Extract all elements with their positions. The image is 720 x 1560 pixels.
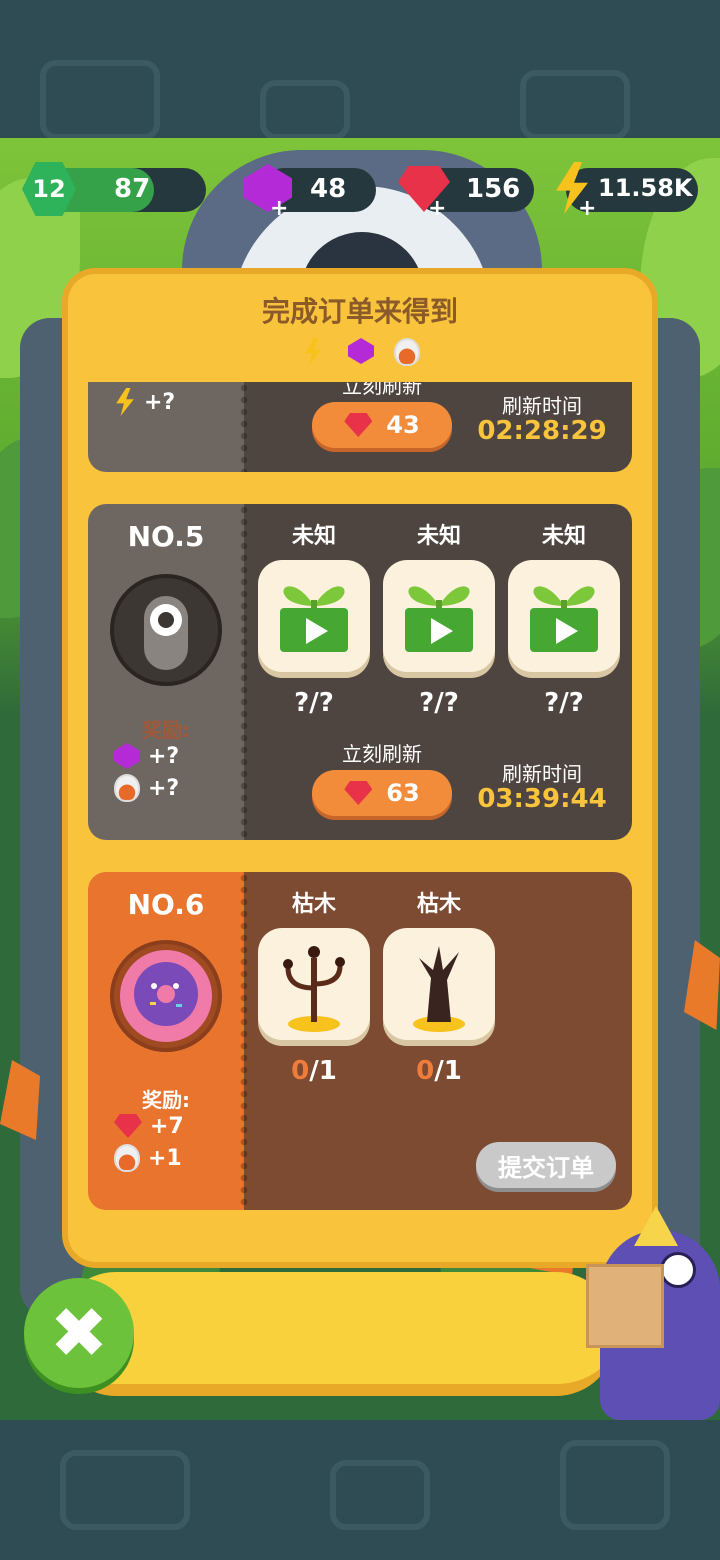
reward-label: 奖励: [142,718,190,742]
refresh-cost: 43 [386,411,420,439]
decor-shape [560,1440,670,1530]
reward-amount: +7 [150,1113,184,1139]
red-gem-value: 156 [466,174,521,204]
order-avatar [110,574,222,686]
item-name: 未知 [416,524,461,549]
perforation [240,504,248,840]
sprout-video-icon [530,586,598,652]
unknown-item-tile[interactable] [508,560,620,672]
red-gem-icon [114,1114,142,1138]
order-number: NO.5 [127,520,205,553]
monster-avatar-icon [144,596,188,670]
item-name: 未知 [291,524,336,549]
decor-shape [40,60,160,140]
perforation [240,872,248,1210]
order-card-5: NO.5 奖励: +? +? 未知 未知 未知 ?/? ?/? ?/? 立刻刷新… [88,504,632,840]
refresh-label: 立刻刷新 [342,742,422,766]
bottom-bar [56,1272,616,1396]
decor-shape [260,80,350,140]
submit-order-button[interactable]: 提交订单 [476,1142,616,1188]
bottom-background-band [0,1420,720,1560]
dead-wood-item-tile[interactable] [383,928,495,1040]
item-progress: ?/? [294,688,334,718]
reward-row: +7 [114,1110,184,1142]
refresh-cost: 63 [386,779,420,807]
refresh-timer: 02:28:29 [477,416,607,446]
level-value: 12 [32,175,66,203]
add-purple-gem-icon[interactable]: + [270,198,288,220]
item-progress: ?/? [419,688,459,718]
refresh-now-button[interactable]: 43 [312,402,452,448]
bolt-icon [116,388,134,416]
dead-wood-item-tile[interactable] [258,928,370,1040]
purple-gem-icon [348,338,374,364]
donut-avatar-icon [120,950,212,1042]
xp-value: 87 [114,174,151,204]
perforation [240,382,248,472]
dead-tree-icon [413,946,465,1032]
purple-gem-value: 48 [310,174,347,204]
reward-label: 奖励: [142,1088,190,1112]
add-red-gem-icon[interactable]: + [428,198,446,220]
potion-icon [114,774,140,802]
decor-shape [60,1450,190,1530]
top-background-band [0,0,720,140]
reward-row: +1 [114,1142,182,1174]
red-gem-icon [344,413,373,437]
order-card-top: +? 立刻刷新 43 刷新时间 02:28:29 [88,382,632,472]
timer-label: 刷新时间 [502,762,582,786]
decor-shape [520,70,630,140]
unknown-item-tile[interactable] [383,560,495,672]
panel-reward-icons [296,336,436,372]
dino-eye [660,1252,696,1288]
reward-amount: +? [148,775,180,801]
refresh-label: 立刻刷新 [342,382,422,398]
close-button[interactable]: ✖ [24,1278,134,1388]
item-progress: 0/1 [383,1056,495,1086]
potion-icon [114,1144,140,1172]
reward-amount: +1 [148,1145,182,1171]
close-icon: ✖ [49,1292,109,1374]
item-progress: ?/? [544,688,584,718]
item-need: /1 [434,1056,462,1086]
item-name: 枯木 [416,892,461,917]
reward-row: +? [114,740,179,772]
refresh-now-button[interactable]: 63 [312,770,452,816]
decor-shape [330,1460,430,1530]
delivery-box [586,1264,664,1348]
item-name: 枯木 [291,892,336,917]
dead-tree-icon [283,946,345,1032]
reward-row: +? [114,386,175,418]
panel-title: 完成订单来得到 [261,295,458,328]
order-avatar [110,940,222,1052]
item-have: 0 [416,1056,435,1086]
sprout-video-icon [280,586,348,652]
purple-gem-icon [114,743,140,769]
reward-row: +? [114,772,179,804]
item-progress: 0/1 [258,1056,370,1086]
add-energy-icon[interactable]: + [578,198,596,220]
item-need: /1 [309,1056,337,1086]
sprout-video-icon [405,586,473,652]
unknown-item-tile[interactable] [258,560,370,672]
reward-amount: +? [144,389,176,415]
item-have: 0 [291,1056,310,1086]
item-name: 未知 [541,524,586,549]
refresh-timer: 03:39:44 [477,784,607,814]
timer-label: 刷新时间 [502,394,582,418]
red-gem-icon [344,781,373,805]
energy-value: 11.58K [598,174,693,202]
order-number: NO.6 [127,888,205,921]
bolt-icon [304,338,322,366]
reward-amount: +? [148,743,180,769]
order-card-6: NO.6 奖励: +7 +1 枯木 枯木 0/1 0/1 提交订单 [88,872,632,1210]
potion-icon [394,338,420,366]
